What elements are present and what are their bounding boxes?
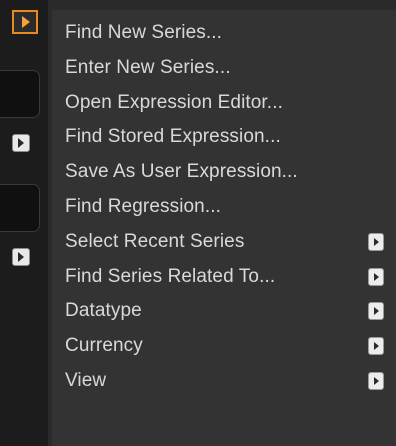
menu-item-find-regression[interactable]: Find Regression... [52, 190, 396, 225]
menu-item-label: Datatype [65, 300, 142, 322]
chevron-right-icon [368, 302, 384, 321]
menu-item-find-stored-expression[interactable]: Find Stored Expression... [52, 120, 396, 155]
menu-item-label: Find Series Related To... [65, 265, 276, 287]
orange-play-icon[interactable] [12, 10, 38, 34]
menu-item-datatype[interactable]: Datatype [52, 294, 396, 329]
chevron-right-icon [368, 337, 384, 356]
menu-item-view[interactable]: View [52, 364, 396, 399]
menu-item-label: Find Regression... [65, 195, 221, 217]
menu-item-find-new-series[interactable]: Find New Series... [52, 16, 396, 51]
menu-item-open-expression-editor[interactable]: Open Expression Editor... [52, 86, 396, 121]
chevron-right-icon [368, 267, 384, 286]
menu-item-label: View [65, 369, 107, 391]
menu-item-select-recent-series[interactable]: Select Recent Series [52, 225, 396, 260]
menu-item-find-series-related-to[interactable]: Find Series Related To... [52, 260, 396, 295]
menu-item-label: Select Recent Series [65, 230, 245, 252]
chevron-right-icon[interactable] [12, 134, 30, 152]
menu-item-enter-new-series[interactable]: Enter New Series... [52, 51, 396, 86]
menu-item-save-as-user-expression[interactable]: Save As User Expression... [52, 155, 396, 190]
menu-item-label: Find Stored Expression... [65, 126, 281, 148]
series-slot-1[interactable] [0, 70, 40, 118]
chevron-right-icon [368, 232, 384, 251]
left-toolbar-strip [0, 0, 48, 446]
menu-item-label: Save As User Expression... [65, 161, 298, 183]
series-slot-2[interactable] [0, 184, 40, 232]
context-menu: Find New Series... Enter New Series... O… [52, 10, 396, 446]
menu-item-label: Currency [65, 335, 143, 357]
menu-item-label: Open Expression Editor... [65, 91, 283, 113]
chevron-right-icon [368, 371, 384, 390]
menu-item-label: Enter New Series... [65, 56, 231, 78]
menu-item-currency[interactable]: Currency [52, 329, 396, 364]
chevron-right-icon[interactable] [12, 248, 30, 266]
menu-item-label: Find New Series... [65, 22, 223, 43]
